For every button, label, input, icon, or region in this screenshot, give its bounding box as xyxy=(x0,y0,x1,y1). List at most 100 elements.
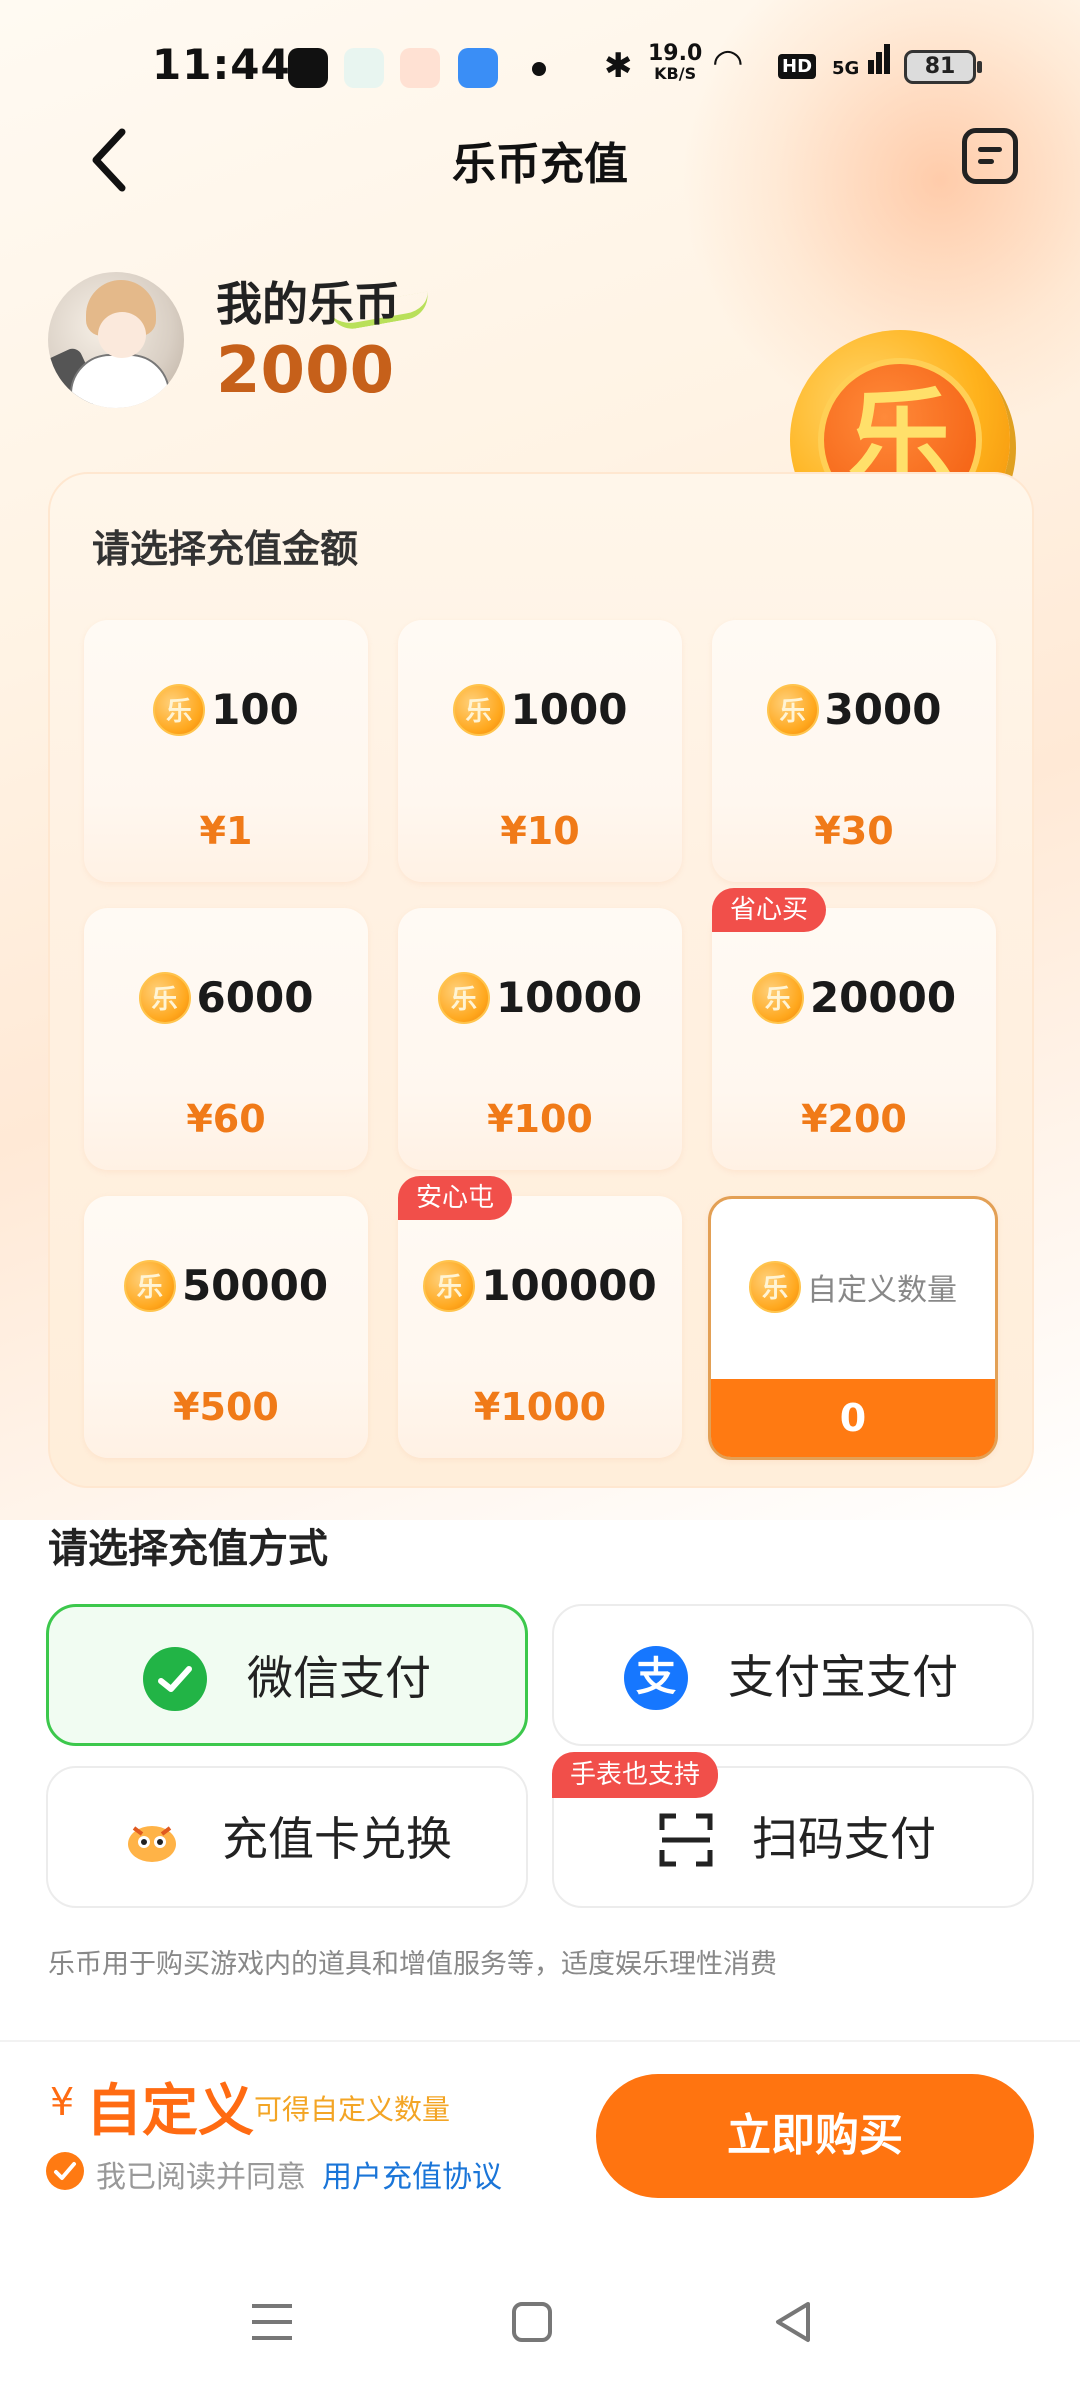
mascot-card-icon xyxy=(120,1808,184,1872)
amount-coins: 乐 6000 xyxy=(84,970,368,1024)
coin-icon: 乐 xyxy=(423,1259,476,1312)
amount-price: ¥1 xyxy=(199,809,253,853)
app-icon xyxy=(400,48,440,88)
hd-badge: HD xyxy=(778,54,817,79)
amount-option[interactable]: 乐 1000 ¥10 xyxy=(398,620,682,882)
amount-price: ¥60 xyxy=(186,1097,266,1141)
amount-coins: 乐 100 xyxy=(84,682,368,736)
signal-icon: 5G xyxy=(832,44,891,79)
document-list-line xyxy=(978,159,994,164)
checkmark-icon xyxy=(158,1666,192,1692)
notification-dot-icon xyxy=(532,62,546,76)
checkmark-icon xyxy=(54,2162,76,2180)
agreement-checkbox[interactable] xyxy=(46,2152,84,2190)
wechat-pay-label: 微信支付 xyxy=(247,1651,431,1705)
order-history-button[interactable] xyxy=(962,128,1018,184)
coin-icon: 乐 xyxy=(749,1261,801,1313)
status-time: 11:44 xyxy=(152,40,291,89)
coin-icon: 乐 xyxy=(766,683,819,736)
amount-price: ¥200 xyxy=(801,1097,907,1141)
custom-amount-option[interactable]: 乐自定义数量 0 xyxy=(708,1196,998,1460)
amount-coins-value: 3000 xyxy=(824,685,942,734)
buy-now-button[interactable]: 立即购买 xyxy=(596,2074,1034,2198)
amount-section-title: 请选择充值金额 xyxy=(92,527,359,571)
wechat-pay-button[interactable]: 微信支付 xyxy=(46,1604,528,1746)
amount-coins: 乐 20000 xyxy=(712,970,996,1024)
alipay-button[interactable]: 支 支付宝支付 xyxy=(552,1604,1034,1746)
watch-support-badge: 手表也支持 xyxy=(552,1752,719,1798)
avatar xyxy=(48,272,184,408)
promo-badge: 安心屯 xyxy=(398,1176,513,1220)
page-title: 乐币充值 xyxy=(452,139,628,190)
wechat-icon xyxy=(143,1647,207,1711)
signal-label: 5G xyxy=(832,58,860,79)
document-list-icon xyxy=(978,147,1002,152)
amount-option[interactable]: 乐 10000 ¥100 xyxy=(398,908,682,1170)
coin-icon: 乐 xyxy=(751,971,804,1024)
amount-option[interactable]: 安心屯 乐 100000 ¥1000 xyxy=(398,1176,682,1458)
amount-coins-value: 50000 xyxy=(181,1261,329,1310)
status-bar: 11:44 ✱ 19.0 KB/S ◠ HD 5G 81 xyxy=(0,0,1080,130)
amount-option[interactable]: 乐 100 ¥1 xyxy=(84,620,368,882)
custom-amount-input[interactable]: 自定义数量 xyxy=(807,1273,957,1308)
alipay-label: 支付宝支付 xyxy=(728,1650,958,1704)
amount-coins-value: 6000 xyxy=(196,973,314,1022)
usage-notice: 乐币用于购买游戏内的道具和增值服务等，适度娱乐理性消费 xyxy=(48,1949,777,1980)
checkout-amount: 自定义 xyxy=(86,2079,254,2144)
app-icon xyxy=(344,48,384,88)
agreement-text: 我已阅读并同意 xyxy=(96,2160,306,2195)
net-speed: 19.0 KB/S xyxy=(648,41,703,84)
amount-coins-value: 100000 xyxy=(481,1261,657,1310)
card-redeem-button[interactable]: 充值卡兑换 xyxy=(46,1766,528,1908)
amount-option[interactable]: 乐 3000 ¥30 xyxy=(712,620,996,882)
amount-coins: 乐 100000 xyxy=(398,1258,682,1312)
agreement-link[interactable]: 用户充值协议 xyxy=(322,2152,502,2196)
scan-icon xyxy=(654,1808,718,1872)
amount-coins-value: 1000 xyxy=(510,685,628,734)
tiktok-icon xyxy=(288,48,328,88)
amount-coins-value: 100 xyxy=(211,685,299,734)
amount-price: ¥30 xyxy=(814,809,894,853)
coin-icon: 乐 xyxy=(123,1259,176,1312)
amount-coins-value: 10000 xyxy=(495,973,643,1022)
amount-option[interactable]: 乐 6000 ¥60 xyxy=(84,908,368,1170)
coin-icon: 乐 xyxy=(452,683,505,736)
divider xyxy=(0,2040,1080,2042)
net-speed-unit: KB/S xyxy=(654,64,697,83)
amount-coins: 乐 3000 xyxy=(712,682,996,736)
coin-icon: 乐 xyxy=(153,683,206,736)
menu-nav-icon[interactable] xyxy=(242,2292,302,2352)
custom-amount-price: 0 xyxy=(711,1379,995,1457)
payment-section-title: 请选择充值方式 xyxy=(48,1526,328,1572)
currency-symbol: ¥ xyxy=(50,2080,75,2124)
amount-price: ¥1000 xyxy=(473,1385,607,1429)
promo-badge: 省心买 xyxy=(712,888,827,932)
coin-icon: 乐 xyxy=(437,971,490,1024)
amount-price: ¥500 xyxy=(173,1385,279,1429)
avatar-face xyxy=(98,312,146,358)
scan-pay-label: 扫码支付 xyxy=(752,1812,936,1866)
coin-icon: 乐 xyxy=(138,971,191,1024)
amount-price: ¥100 xyxy=(487,1097,593,1141)
card-redeem-label: 充值卡兑换 xyxy=(222,1812,452,1866)
custom-amount-row: 乐自定义数量 xyxy=(711,1261,995,1313)
amount-option[interactable]: 省心买 乐 20000 ¥200 xyxy=(712,888,996,1170)
amount-price: ¥10 xyxy=(500,809,580,853)
bluetooth-icon: ✱ xyxy=(604,46,633,86)
checkout-hint: 可得自定义数量 xyxy=(254,2093,451,2126)
my-coins-value: 2000 xyxy=(216,334,395,408)
net-speed-value: 19.0 xyxy=(648,41,703,66)
amount-option[interactable]: 乐 50000 ¥500 xyxy=(84,1196,368,1458)
avatar-shirt xyxy=(70,354,170,408)
app-icon xyxy=(458,48,498,88)
home-nav-icon[interactable] xyxy=(502,2292,562,2352)
amount-coins: 乐 10000 xyxy=(398,970,682,1024)
wifi-icon: ◠ xyxy=(714,42,742,83)
back-nav-icon[interactable] xyxy=(762,2292,822,2352)
alipay-icon: 支 xyxy=(624,1646,688,1710)
battery-icon: 81 xyxy=(904,50,982,84)
amount-coins-value: 20000 xyxy=(809,973,957,1022)
my-coins-label: 我的乐币 xyxy=(216,277,400,331)
amount-coins: 乐 50000 xyxy=(84,1258,368,1312)
amount-coins: 乐 1000 xyxy=(398,682,682,736)
